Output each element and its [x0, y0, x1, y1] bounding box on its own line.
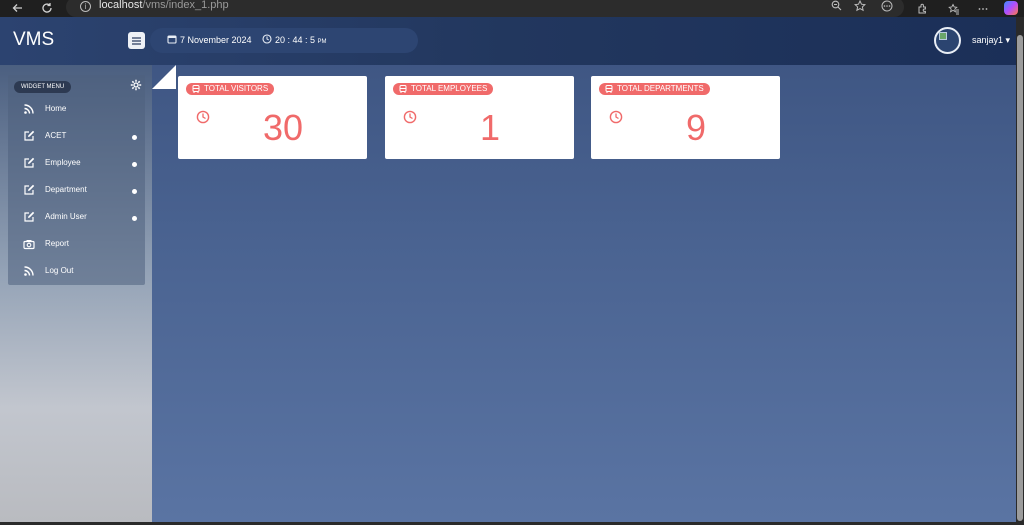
card-value: 9 — [685, 107, 707, 148]
camera-icon — [23, 240, 35, 250]
clock-icon — [262, 34, 272, 44]
avatar[interactable] — [934, 27, 961, 54]
reload-icon[interactable] — [39, 0, 55, 16]
sidebar-item-label: Admin User — [45, 212, 87, 221]
current-date: 7 November 2024 — [180, 35, 252, 45]
card-title: TOTAL EMPLOYEES — [411, 84, 488, 93]
calendar-icon — [167, 35, 177, 44]
top-header: VMS 7 November 2024 20 : 44 : 5 PM sanja… — [0, 17, 1016, 65]
brand-logo[interactable]: VMS — [13, 29, 54, 51]
scrollbar-thumb[interactable] — [1017, 35, 1023, 521]
edit-icon — [24, 157, 35, 168]
url-path: /vms/index_1.php — [142, 0, 229, 11]
clock-icon — [196, 110, 210, 124]
sidebar-item-label: Report — [45, 239, 70, 248]
extensions-icon[interactable] — [914, 0, 930, 17]
menu-toggle-button[interactable] — [128, 32, 145, 49]
zoom-icon[interactable] — [828, 0, 844, 14]
page-content: VMS 7 November 2024 20 : 44 : 5 PM sanja… — [0, 17, 1016, 522]
browser-toolbar: i localhost/vms/index_1.php — [0, 0, 1024, 17]
expand-dot-icon — [132, 162, 137, 167]
stat-card-employees[interactable]: TOTAL EMPLOYEES 1 — [385, 76, 574, 159]
more-icon[interactable] — [879, 0, 895, 14]
clock-icon — [609, 110, 623, 124]
stat-card-departments[interactable]: TOTAL DEPARTMENTS 9 — [591, 76, 780, 159]
copilot-icon[interactable] — [1004, 1, 1018, 15]
rss-icon — [24, 104, 34, 114]
card-title-badge: TOTAL DEPARTMENTS — [599, 83, 710, 95]
menu-dots-icon[interactable] — [975, 0, 991, 17]
sidebar-item-home[interactable]: Home — [8, 100, 145, 120]
time-suffix: PM — [317, 39, 327, 45]
bus-icon — [605, 85, 613, 93]
sidebar-item-label: Department — [45, 185, 87, 194]
widget-menu-label: WIDGET MENU — [14, 81, 72, 93]
widget-menu-panel: WIDGET MENU Home ACET Employee Departmen… — [8, 75, 145, 285]
star-icon[interactable] — [852, 0, 868, 14]
sidebar-item-label: Log Out — [45, 266, 74, 275]
datetime-pill: 7 November 2024 20 : 44 : 5 PM — [150, 28, 418, 53]
edit-icon — [24, 130, 35, 141]
sidebar-item-admin-user[interactable]: Admin User — [8, 208, 145, 228]
card-title-badge: TOTAL VISITORS — [186, 83, 275, 95]
time-value: 20 : 44 : 5 — [275, 35, 316, 45]
gear-icon[interactable] — [130, 79, 142, 91]
card-title-badge: TOTAL EMPLOYEES — [393, 83, 494, 95]
stat-card-visitors[interactable]: TOTAL VISITORS 30 — [178, 76, 367, 159]
sidebar-item-report[interactable]: Report — [8, 235, 145, 255]
hamburger-icon — [132, 36, 141, 45]
avatar-image-icon — [939, 32, 947, 40]
rss-icon — [24, 266, 34, 276]
sidebar-item-employee[interactable]: Employee — [8, 154, 145, 174]
bus-icon — [399, 85, 407, 93]
url-text: localhost/vms/index_1.php — [99, 0, 229, 11]
expand-dot-icon — [132, 135, 137, 140]
page-scrollbar[interactable] — [1016, 17, 1024, 522]
user-menu-dropdown[interactable]: sanjay1 ▾ — [972, 35, 1010, 46]
url-host: localhost — [99, 0, 143, 11]
expand-dot-icon — [132, 189, 137, 194]
address-bar[interactable]: i localhost/vms/index_1.php — [66, 0, 904, 17]
edit-icon — [24, 211, 35, 222]
favorites-icon[interactable] — [946, 0, 962, 17]
sidebar-item-log-out[interactable]: Log Out — [8, 262, 145, 282]
edit-icon — [24, 184, 35, 195]
back-icon[interactable] — [10, 0, 26, 16]
bus-icon — [192, 85, 200, 93]
expand-dot-icon — [132, 216, 137, 221]
sidebar-item-label: Employee — [45, 158, 81, 167]
corner-fold-decoration — [152, 65, 176, 89]
sidebar-item-department[interactable]: Department — [8, 181, 145, 201]
card-title: TOTAL VISITORS — [204, 84, 269, 93]
sidebar-item-label: Home — [45, 104, 67, 113]
current-time: 20 : 44 : 5 PM — [275, 35, 327, 45]
info-icon[interactable]: i — [80, 1, 91, 12]
sidebar-item-label: ACET — [45, 131, 67, 140]
sidebar-item-acet[interactable]: ACET — [8, 127, 145, 147]
card-title: TOTAL DEPARTMENTS — [617, 84, 704, 93]
card-value: 30 — [262, 107, 304, 148]
clock-icon — [403, 110, 417, 124]
card-value: 1 — [479, 107, 501, 148]
